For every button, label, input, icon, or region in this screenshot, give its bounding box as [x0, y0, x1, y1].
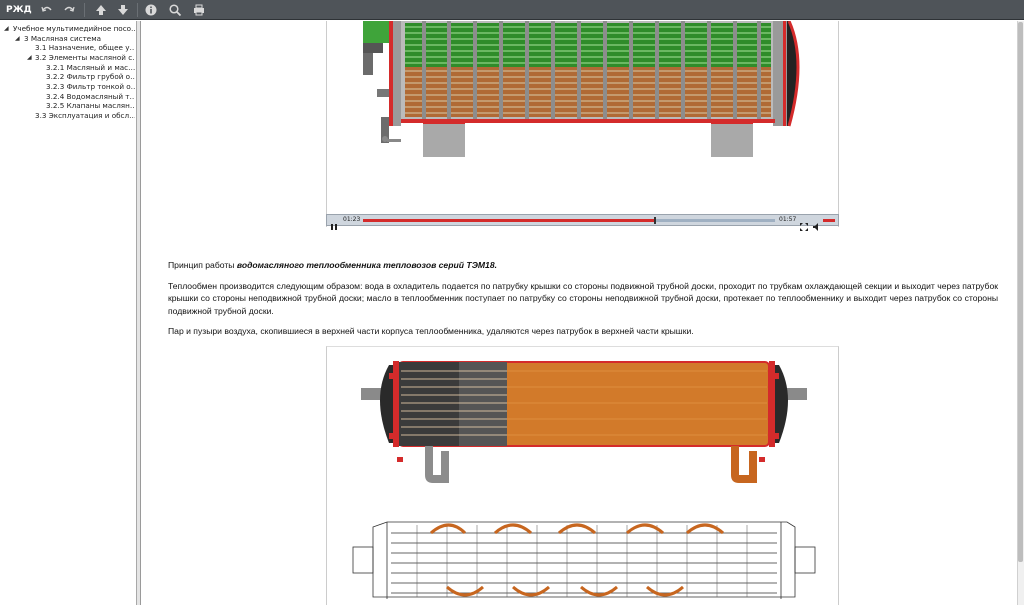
heat-exchanger-figure	[326, 346, 839, 605]
toolbar: РЖД	[0, 0, 1024, 20]
speaker-icon	[813, 223, 818, 231]
tree-item-3-2-3[interactable]: 3.2.3 Фильтр тонкой о…	[46, 82, 135, 92]
fullscreen-icon	[800, 223, 808, 231]
seek-progress	[363, 219, 656, 222]
oil-flow-arrows	[430, 523, 724, 597]
toolbar-separator	[137, 3, 138, 17]
tree-item-3-2-5[interactable]: 3.2.5 Клапаны маслян…	[46, 101, 135, 111]
fullscreen-button[interactable]	[800, 216, 808, 231]
seek-bar[interactable]	[363, 217, 775, 224]
arrow-up-icon[interactable]	[94, 3, 108, 17]
pause-icon	[331, 224, 337, 230]
tree-item-3-1[interactable]: 3.1 Назначение, общее у…	[35, 43, 135, 53]
table-of-contents-tree: ◢ Учебное мультимедийное посо… ◢ 3 Масля…	[0, 21, 137, 605]
current-time: 01:23	[343, 216, 361, 223]
info-icon[interactable]	[144, 3, 158, 17]
expand-arrow-icon[interactable]: ◢	[15, 34, 23, 44]
schematic-drawing	[352, 521, 816, 599]
search-icon[interactable]	[168, 3, 182, 17]
tree-item-3-2-2[interactable]: 3.2.2 Фильтр грубой о…	[46, 72, 135, 82]
pause-button[interactable]	[330, 216, 338, 230]
principle-title: водомасляного теплообменника тепловозов …	[236, 260, 497, 270]
redo-icon[interactable]	[62, 3, 76, 17]
content-area: 01:23 01:57 Принцип работы водомасляного…	[142, 21, 1024, 605]
seek-handle[interactable]	[654, 217, 657, 224]
paragraph-heat-exchange: Теплообмен производится следующим образо…	[168, 281, 998, 316]
rzd-logo: РЖД	[6, 5, 32, 15]
undo-icon[interactable]	[40, 3, 54, 17]
paragraph-principle: Принцип работы водомасляного теплообменн…	[168, 259, 998, 271]
heat-exchanger-diagram	[352, 361, 816, 599]
video-controls: 01:23 01:57	[326, 214, 839, 231]
toolbar-separator	[84, 3, 85, 17]
heat-exchanger-animation	[363, 21, 800, 157]
tree-item-3-3[interactable]: 3.3 Эксплуатация и обсл…	[35, 111, 135, 121]
volume-slider[interactable]	[823, 219, 835, 222]
scrollbar-thumb[interactable]	[1018, 22, 1023, 562]
volume-button[interactable]	[812, 216, 820, 231]
expand-arrow-icon[interactable]: ◢	[27, 53, 35, 63]
panel-splitter[interactable]	[137, 21, 141, 605]
print-icon[interactable]	[192, 3, 206, 17]
principle-prefix: Принцип работы	[168, 260, 237, 270]
tree-item-root[interactable]: Учебное мультимедийное посо…	[13, 24, 135, 34]
arrow-down-icon[interactable]	[116, 3, 130, 17]
paragraph-steam-removal: Пар и пузыри воздуха, скопившиеся в верх…	[168, 326, 694, 336]
total-time: 01:57	[779, 216, 797, 223]
video-player[interactable]	[326, 21, 839, 227]
tree-item-3-2[interactable]: 3.2 Элементы масляной с…	[35, 53, 135, 63]
expand-arrow-icon[interactable]: ◢	[4, 24, 12, 34]
